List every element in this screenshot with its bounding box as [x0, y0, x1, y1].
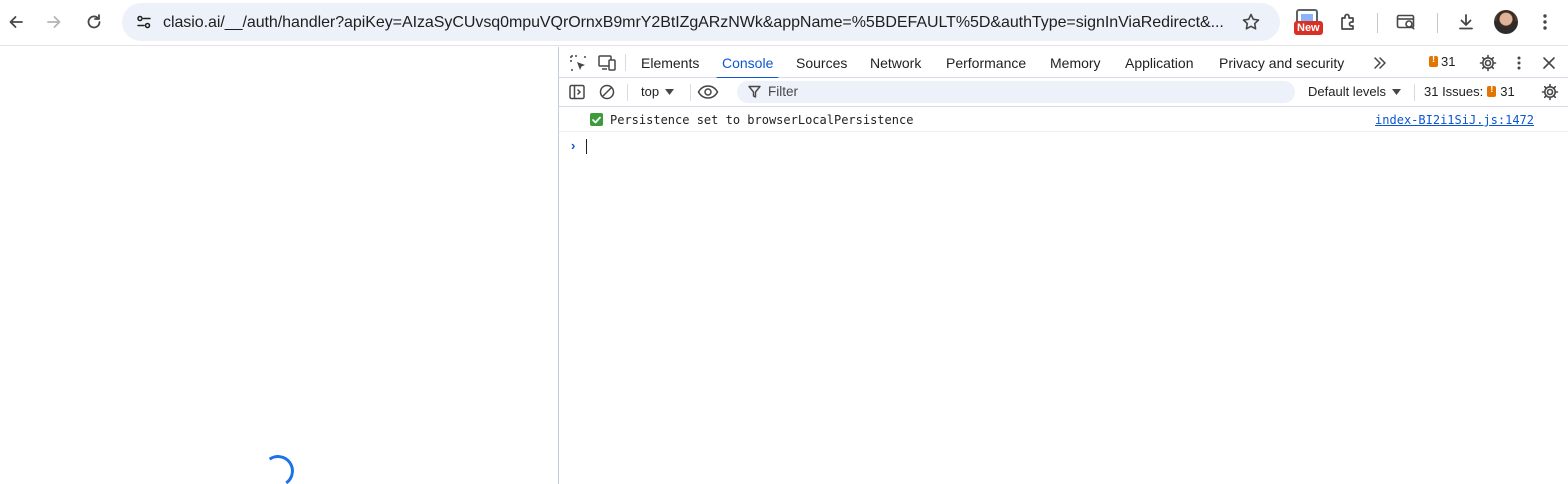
- tab-network[interactable]: Network: [870, 47, 921, 78]
- device-toolbar-icon[interactable]: [596, 52, 618, 74]
- issue-flag-icon: [1429, 54, 1438, 67]
- toolbar-separator: [1414, 84, 1415, 101]
- issues-link[interactable]: 31 Issues: 31: [1424, 84, 1515, 99]
- filter-input[interactable]: Filter: [737, 81, 1295, 103]
- arrow-right-icon: [47, 16, 61, 28]
- close-devtools-icon[interactable]: [1538, 52, 1560, 74]
- console-message-text: Persistence set to browserLocalPersisten…: [610, 113, 914, 127]
- toolbar-divider: [1377, 13, 1378, 33]
- tab-performance[interactable]: Performance: [946, 47, 1026, 78]
- console-prompt[interactable]: ›: [559, 134, 1568, 156]
- dropdown-triangle-icon: [665, 88, 675, 95]
- downloads-button[interactable]: [1450, 6, 1482, 38]
- console-settings-gear-icon[interactable]: [1539, 81, 1561, 103]
- dropdown-triangle-icon: [1392, 88, 1402, 95]
- text-caret: [586, 139, 587, 154]
- console-toolbar: top Filter Default levels 31 Issues: 31: [559, 78, 1568, 107]
- browser-toolbar: clasio.ai/__/auth/handler?apiKey=AIzaSyC…: [0, 0, 1568, 46]
- tab-privacy-and-security[interactable]: Privacy and security: [1219, 47, 1344, 78]
- site-info-icon[interactable]: [132, 10, 156, 34]
- issues-counter-button[interactable]: 31: [1429, 54, 1455, 69]
- download-icon: [1459, 14, 1473, 30]
- issues-label: 31 Issues:: [1424, 84, 1484, 99]
- clear-console-icon[interactable]: [596, 81, 618, 103]
- url-text[interactable]: clasio.ai/__/auth/handler?apiKey=AIzaSyC…: [163, 13, 1227, 32]
- extensions-button[interactable]: [1332, 6, 1364, 38]
- context-value: top: [641, 84, 660, 99]
- filter-funnel-icon: [748, 85, 761, 98]
- log-levels-dropdown[interactable]: Default levels: [1308, 84, 1402, 99]
- toolbar-divider: [1437, 13, 1438, 33]
- arrow-left-icon: [9, 16, 23, 28]
- prompt-chevron-icon: ›: [571, 138, 576, 153]
- tab-search-button[interactable]: [1390, 6, 1422, 38]
- tab-elements[interactable]: Elements: [641, 47, 699, 78]
- inspect-element-icon[interactable]: [567, 52, 589, 74]
- more-tabs-icon[interactable]: [1369, 52, 1391, 74]
- page-viewport: [0, 47, 558, 484]
- new-badge-label: New: [1294, 21, 1323, 35]
- issue-flag-icon: [1487, 84, 1497, 97]
- tab-sources[interactable]: Sources: [796, 47, 847, 78]
- log-levels-label: Default levels: [1308, 84, 1387, 99]
- address-bar[interactable]: clasio.ai/__/auth/handler?apiKey=AIzaSyC…: [122, 3, 1280, 41]
- tab-memory[interactable]: Memory: [1050, 47, 1101, 78]
- console-output: Persistence set to browserLocalPersisten…: [559, 108, 1568, 484]
- settings-gear-icon[interactable]: [1477, 52, 1499, 74]
- puzzle-icon: [1341, 13, 1354, 30]
- new-feature-badge-button[interactable]: New: [1292, 9, 1324, 37]
- devtools-tab-bar: Elements Console Sources Network Perform…: [559, 47, 1568, 79]
- devtools-panel: Elements Console Sources Network Perform…: [558, 47, 1568, 484]
- filter-placeholder: Filter: [768, 84, 798, 99]
- context-selector[interactable]: top: [641, 84, 675, 99]
- console-message-source-link[interactable]: index-BI2i1SiJ.js:1472: [1375, 113, 1534, 127]
- devtools-menu-icon[interactable]: [1508, 52, 1530, 74]
- issues-count: 31: [1500, 84, 1515, 99]
- bookmark-star-icon[interactable]: [1239, 10, 1263, 34]
- tab-divider: [625, 54, 626, 71]
- toolbar-separator: [627, 84, 628, 101]
- toolbar-separator: [690, 84, 691, 101]
- tab-application[interactable]: Application: [1125, 47, 1194, 78]
- browser-menu-button[interactable]: [1529, 6, 1561, 38]
- check-icon: [590, 113, 603, 126]
- reload-button[interactable]: [78, 6, 110, 38]
- forward-button[interactable]: [38, 6, 70, 38]
- back-button[interactable]: [0, 6, 32, 38]
- loading-spinner: [259, 452, 297, 484]
- console-message: Persistence set to browserLocalPersisten…: [559, 108, 1568, 132]
- profile-avatar[interactable]: [1494, 10, 1518, 34]
- reload-icon: [87, 14, 101, 29]
- issues-counter-value: 31: [1441, 54, 1456, 69]
- tab-search-icon: [1396, 14, 1415, 30]
- live-expression-eye-icon[interactable]: [697, 81, 719, 103]
- vertical-dots-icon: [1543, 14, 1547, 30]
- sidebar-toggle-icon[interactable]: [566, 81, 588, 103]
- tab-console[interactable]: Console: [715, 47, 780, 79]
